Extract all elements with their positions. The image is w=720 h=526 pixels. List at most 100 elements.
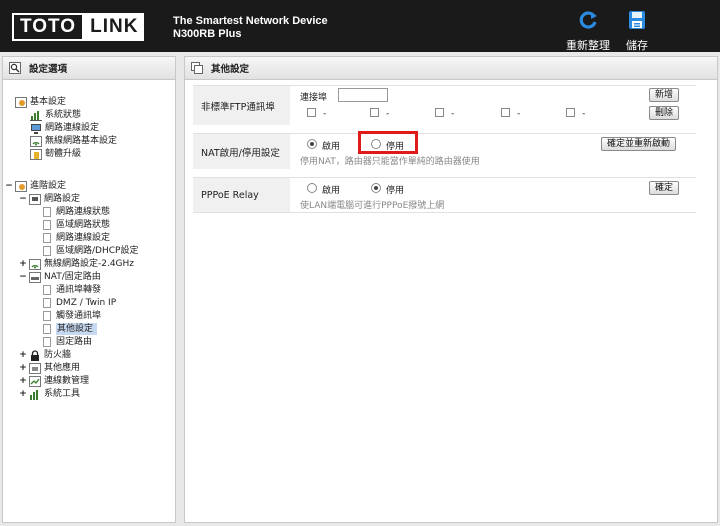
sidebar-header: 設定選項 (3, 57, 175, 80)
tree-item-dmz[interactable]: DMZ / Twin IP (43, 297, 116, 309)
ftp-row-label: 非標準FTP通訊埠 (193, 86, 290, 125)
collapse-toggle-icon[interactable]: − (19, 193, 27, 205)
tree-item-static-route[interactable]: 固定路由 (43, 336, 92, 348)
expand-toggle-icon[interactable]: + (19, 375, 27, 387)
tree-wireless-label: 無線網路設定-2.4GHz (44, 259, 135, 269)
tree-connection-label: 連線數管理 (44, 376, 90, 386)
top-header: TOTO LINK The Smartest Network Device N3… (0, 0, 720, 52)
tree-system-tools[interactable]: + 系統工具 (19, 388, 80, 400)
apply-restart-button[interactable]: 確定並重新啟動 (601, 137, 677, 151)
tree-firewall-label: 防火牆 (44, 350, 72, 360)
ftp-slot-value: - (582, 109, 586, 119)
tree-item-port-forwarding[interactable]: 通訊埠轉發 (43, 284, 101, 296)
apps-folder-icon (29, 362, 41, 374)
tree-item-network-setup[interactable]: 網路連線設定 (30, 122, 99, 134)
ftp-slot-checkbox-2[interactable] (370, 108, 379, 117)
tree-wireless-24ghz[interactable]: + 無線網路設定-2.4GHz (19, 258, 134, 270)
collapse-toggle-icon[interactable]: − (19, 271, 27, 283)
ftp-slot-value: - (517, 109, 521, 119)
ftp-slot-value: - (451, 109, 455, 119)
ftp-slot-checkbox-4[interactable] (501, 108, 510, 117)
connection-chart-icon (29, 375, 41, 387)
ftp-row-body: 連接埠 新增 - - - - - 刪除 (296, 86, 696, 125)
router-icon (29, 271, 41, 283)
refresh-label: 重新整理 (566, 39, 610, 52)
logo-link-text: LINK (84, 13, 145, 41)
ftp-slot-value: - (386, 109, 390, 119)
expand-toggle-icon[interactable]: + (19, 258, 27, 270)
nat-row-label: NAT啟用/停用設定 (193, 134, 290, 169)
firmware-icon (30, 148, 42, 160)
ftp-port-input[interactable] (338, 88, 388, 102)
tree-item-lan-status[interactable]: 區域網路狀態 (43, 219, 110, 231)
tree-nat-routing[interactable]: − NAT/固定路由 (19, 271, 101, 283)
tree-item-other-settings[interactable]: 其他設定 (43, 323, 98, 335)
expand-toggle-icon[interactable]: + (19, 362, 27, 374)
ftp-slot-checkbox-1[interactable] (307, 108, 316, 117)
tree-item-port-trigger[interactable]: 觸發通訊埠 (43, 310, 101, 322)
totolink-logo: TOTO LINK (12, 13, 145, 41)
ftp-slot-checkbox-3[interactable] (435, 108, 444, 117)
tree-tools-label: 系統工具 (44, 389, 81, 399)
save-disk-icon (629, 11, 645, 29)
tree-item-system-status[interactable]: 系統狀態 (30, 109, 81, 121)
tree-basic-settings[interactable]: 基本設定 (15, 96, 66, 108)
tree-item-firmware-upgrade[interactable]: 韌體升級 (30, 148, 81, 160)
page-icon (43, 324, 51, 334)
pppoe-enable-radio[interactable] (307, 183, 317, 193)
save-label: 儲存 (626, 39, 648, 52)
pppoe-row-label: PPPoE Relay (193, 178, 290, 212)
delete-button[interactable]: 刪除 (649, 106, 680, 120)
tree-item-connection-status[interactable]: 網路連線狀態 (43, 206, 110, 218)
tree-item-label: 網路連線設定 (45, 123, 100, 133)
ftp-slot-checkbox-5[interactable] (566, 108, 575, 117)
lock-icon (31, 349, 39, 361)
model-name: N300RB Plus (173, 28, 242, 40)
pppoe-apply-button[interactable]: 確定 (649, 181, 680, 195)
tree-item-label: 通訊埠轉發 (56, 285, 102, 295)
tree-item-connection-setup[interactable]: 網路連線設定 (43, 232, 110, 244)
tree-network-settings[interactable]: − 網路設定 (19, 193, 80, 205)
magnifier-icon (9, 62, 21, 74)
tree-item-label: 區域網路狀態 (56, 220, 111, 230)
tree-item-label: 韌體升級 (45, 149, 82, 159)
nat-disable-radio[interactable] (371, 139, 381, 149)
pppoe-disable-radio[interactable] (371, 183, 381, 193)
save-button[interactable]: 儲存 (619, 10, 655, 53)
page-icon (43, 285, 51, 295)
nat-disable-label: 停用 (386, 142, 405, 152)
collapse-toggle-icon[interactable]: − (5, 180, 13, 192)
tree-firewall[interactable]: + 防火牆 (19, 349, 71, 361)
tree-advanced-settings[interactable]: − 進階設定 (5, 180, 66, 192)
page-icon (43, 246, 51, 256)
tree-advanced-label: 進階設定 (30, 181, 67, 191)
expand-toggle-icon[interactable]: + (19, 349, 27, 361)
add-button[interactable]: 新增 (649, 88, 680, 102)
pppoe-relay-row: PPPoE Relay 啟用 停用 使LAN端電腦可進行PPPoE撥號上網 確定 (193, 177, 696, 213)
page-title: 其他設定 (211, 64, 250, 75)
pppoe-hint-text: 使LAN端電腦可進行PPPoE撥號上網 (300, 201, 445, 211)
tree-other-apps[interactable]: + 其他應用 (19, 362, 80, 374)
tree-item-label: 網路連線狀態 (56, 207, 111, 217)
refresh-icon (579, 11, 597, 29)
tagline-text: The Smartest Network Device (173, 15, 328, 27)
tree-nat-label: NAT/固定路由 (44, 272, 101, 282)
sidebar-title: 設定選項 (29, 64, 68, 75)
refresh-button[interactable]: 重新整理 (563, 10, 613, 53)
tree-item-label-selected: 其他設定 (56, 323, 98, 335)
tree-other-apps-label: 其他應用 (44, 363, 81, 373)
expand-toggle-icon[interactable]: + (19, 388, 27, 400)
tree-connection-management[interactable]: + 連線數管理 (19, 375, 89, 387)
tools-chart-icon (30, 389, 38, 400)
tree-item-label: 觸發通訊埠 (56, 311, 102, 321)
status-chart-icon (30, 110, 42, 121)
page-icon (43, 311, 51, 321)
nat-toggle-row: NAT啟用/停用設定 啟用 停用 停用NAT，路由器只能當作單純的路由器使用 確… (193, 131, 696, 169)
ftp-port-row: 非標準FTP通訊埠 連接埠 新增 - - - - - 刪除 (193, 85, 696, 125)
tree-item-lan-dhcp[interactable]: 區域網路/DHCP設定 (43, 245, 138, 257)
page-icon (43, 207, 51, 217)
tree-item-label: 無線網路基本設定 (45, 136, 118, 146)
tree-item-wireless-basic[interactable]: 無線網路基本設定 (30, 135, 117, 147)
settings-folder-icon (15, 96, 27, 108)
nat-enable-radio[interactable] (307, 139, 317, 149)
